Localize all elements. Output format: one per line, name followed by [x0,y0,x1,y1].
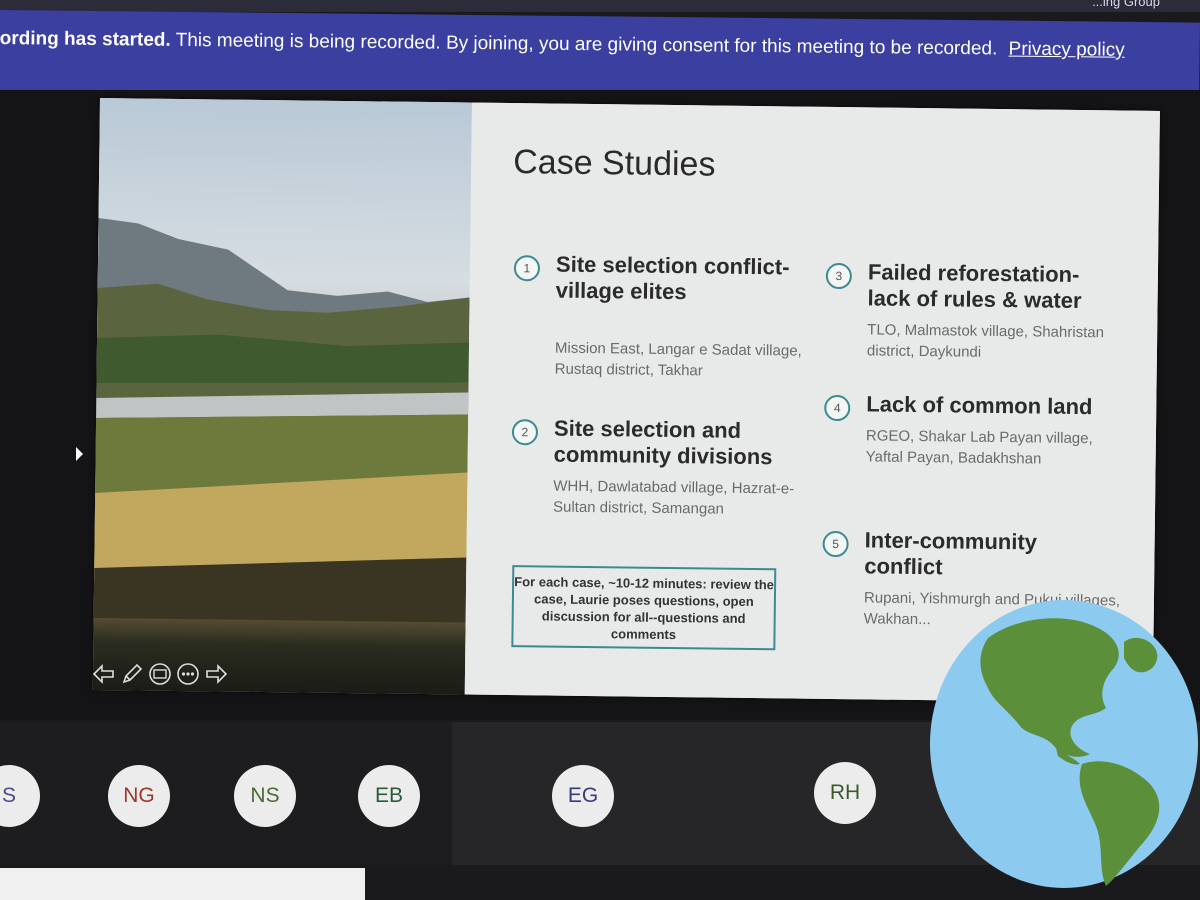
participant-initials: EB [374,784,403,807]
window-top-strip: ...ing Group [0,0,1200,12]
case-title: Failed reforestation- lack of rules & wa… [867,259,1082,314]
recording-banner-bold: ording has started. [0,27,171,51]
participant-initials: NG [123,784,155,807]
group-label: ...ing Group [1092,0,1160,9]
case-number-badge: 2 [511,419,539,446]
case-number-badge: 1 [513,255,541,282]
more-options-icon[interactable] [176,662,200,686]
subtitle-icon[interactable] [148,662,172,686]
case-title: Site selection and community divisions [553,415,773,470]
participant-initials: NS [250,784,280,807]
case-subtitle: Mission East, Langar e Sadat village, Ru… [554,339,802,380]
case-subtitle: WHH, Dawlatabad village, Hazrat-e-Sultan… [552,477,795,518]
case-number-badge: 3 [825,262,853,290]
participant-avatar[interactable]: RH [814,762,876,824]
participant-avatar[interactable]: NG [108,765,170,827]
participant-initials: S [1,784,16,807]
participant-avatar[interactable]: EG [552,765,614,827]
case-number-badge: 5 [822,530,849,558]
mouse-cursor-icon [76,447,83,461]
next-slide-arrow-icon[interactable] [204,662,228,686]
case-title: Inter-community conflict [864,527,1038,580]
case-title: Lack of common land [866,391,1093,420]
privacy-policy-link[interactable]: Privacy policy [1008,39,1124,61]
slide-title: Case Studies [513,143,716,184]
case-subtitle: TLO, Malmastok village, Shahristan distr… [866,321,1105,361]
recording-banner: ording has started. This meeting is bein… [0,10,1200,103]
pen-icon[interactable] [120,662,144,686]
session-note-box: For each case, ~10-12 minutes: review th… [511,565,777,651]
case-subtitle: RGEO, Shakar Lab Payan village, Yaftal P… [865,427,1093,468]
landscape-photo [92,98,472,695]
case-number-badge: 4 [824,394,851,422]
case-title: Site selection conflict- village elites [555,251,790,305]
participant-initials: RH [829,781,861,804]
participant-initials: EG [567,784,599,807]
recording-banner-message: This meeting is being recorded. By joini… [175,29,998,60]
participant-avatar[interactable]: S [0,765,40,827]
prev-slide-arrow-icon[interactable] [92,662,116,686]
globe-icon [930,600,1198,888]
participant-avatar[interactable]: EB [358,765,420,827]
participant-avatar[interactable]: NS [234,765,296,827]
bottom-panel-edge [0,868,365,900]
